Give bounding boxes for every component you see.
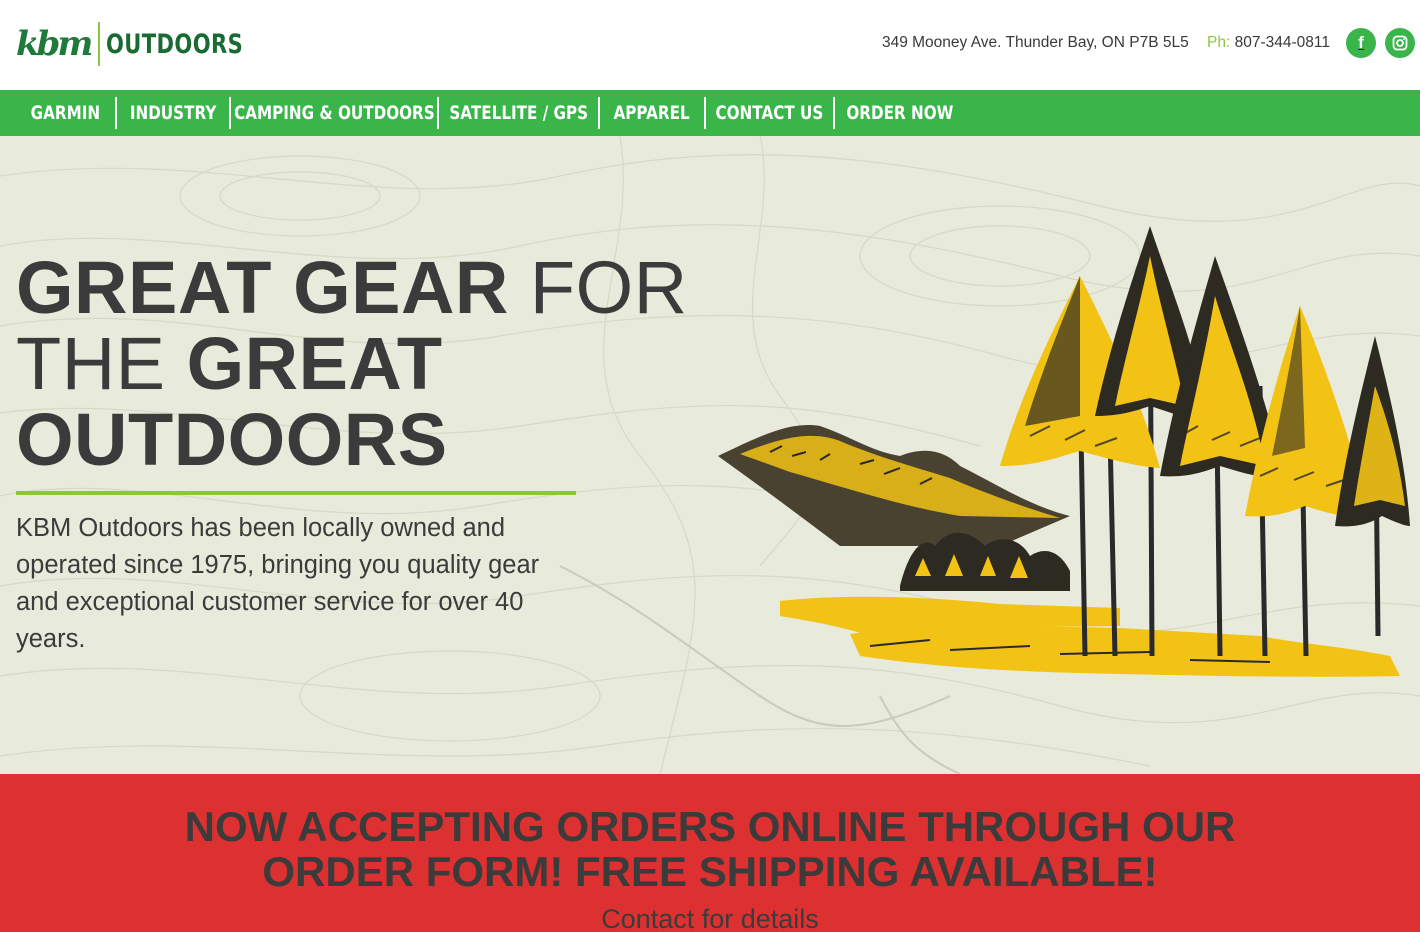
hero-section: GREAT GEAR FOR THE GREAT OUTDOORS KBM Ou… — [0, 136, 1420, 774]
hero-title: GREAT GEAR FOR THE GREAT OUTDOORS — [16, 250, 688, 478]
logo-wordmark: OUTDOORS — [106, 28, 244, 60]
promo-banner: NOW ACCEPTING ORDERS ONLINE THROUGH OUR … — [0, 774, 1420, 932]
hero-divider — [16, 491, 576, 495]
contact-info: 349 Mooney Ave. Thunder Bay, ON P7B 5L5 … — [882, 34, 1330, 52]
nav-item-satellite-gps[interactable]: SATELLITE / GPS — [449, 102, 588, 124]
nav-item-camping-outdoors[interactable]: CAMPING & OUTDOORS — [234, 102, 435, 124]
forest-lake-illustration — [718, 226, 1410, 677]
nav-item-garmin[interactable]: GARMIN — [30, 102, 99, 124]
promo-subtext: Contact for details — [601, 904, 819, 932]
nav-item-order-now[interactable]: ORDER NOW — [846, 102, 953, 124]
main-nav: GARMIN INDUSTRY CAMPING & OUTDOORS SATEL… — [0, 90, 1420, 136]
hero-title-bold-1: GREAT GEAR — [16, 246, 509, 329]
logo-script: kbm — [16, 24, 93, 64]
nav-item-contact-us[interactable]: CONTACT US — [716, 102, 824, 124]
instagram-icon — [1392, 35, 1408, 51]
facebook-icon: f — [1358, 33, 1364, 52]
phone-label: Ph: — [1207, 34, 1231, 51]
phone-link[interactable]: 807-344-0811 — [1235, 34, 1330, 51]
nav-item-apparel[interactable]: APPAREL — [614, 102, 690, 124]
facebook-button[interactable]: f — [1346, 28, 1376, 58]
hero-title-bold-3: OUTDOORS — [16, 398, 448, 481]
promo-headline: NOW ACCEPTING ORDERS ONLINE THROUGH OUR … — [184, 803, 1236, 895]
hero-title-light-2: THE — [16, 322, 187, 405]
site-logo[interactable]: kbm OUTDOORS — [16, 20, 282, 68]
hero-title-light-1: FOR — [508, 246, 688, 329]
nav-item-industry[interactable]: INDUSTRY — [130, 102, 217, 124]
store-address: 349 Mooney Ave. Thunder Bay, ON P7B 5L5 — [881, 34, 1189, 51]
hero-description: KBM Outdoors has been locally owned and … — [16, 514, 540, 653]
logo-divider — [98, 22, 101, 66]
instagram-button[interactable] — [1385, 28, 1415, 58]
hero-title-bold-2: GREAT — [186, 322, 443, 405]
site-header: kbm OUTDOORS 349 Mooney Ave. Thunder Bay… — [0, 0, 1420, 90]
